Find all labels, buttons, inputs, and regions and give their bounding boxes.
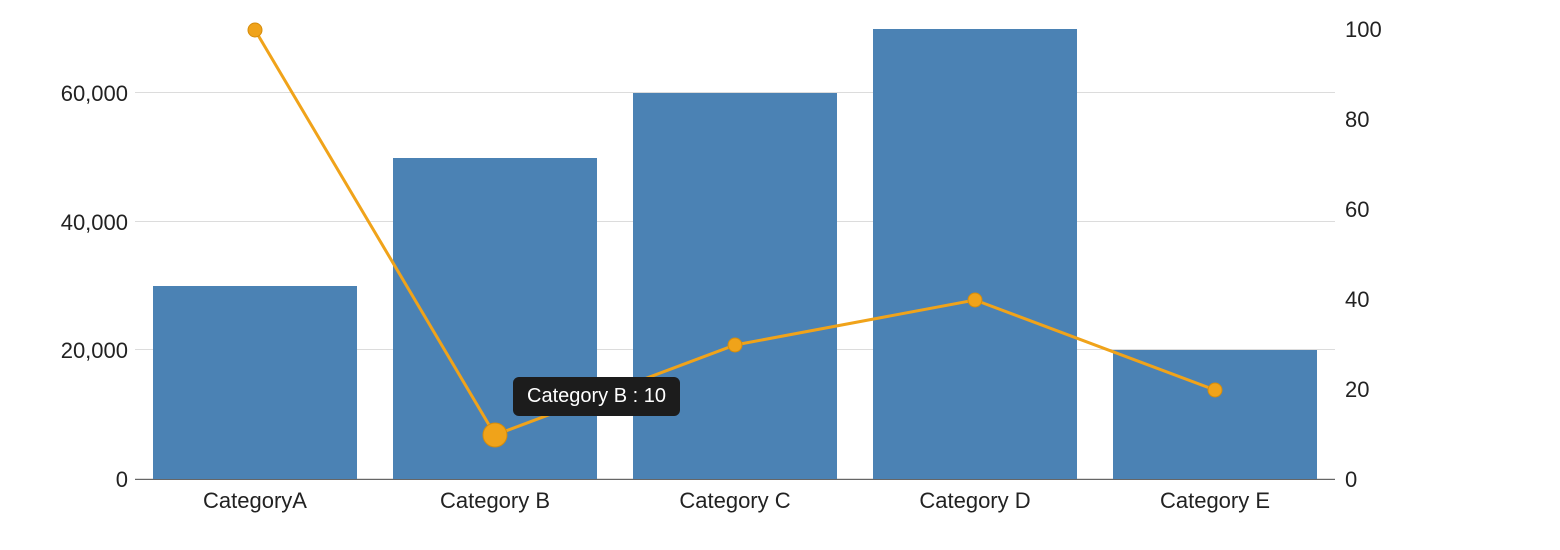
line-point[interactable]: [483, 423, 507, 447]
x-tick-label: CategoryA: [203, 488, 307, 514]
y-right-tick-label: 100: [1345, 17, 1382, 43]
y-left-tick-label: 40,000: [61, 210, 128, 236]
y-right-tick-label: 80: [1345, 107, 1369, 133]
y-right-tick-label: 60: [1345, 197, 1369, 223]
y-left-tick-label: 60,000: [61, 81, 128, 107]
x-tick-label: Category B: [440, 488, 550, 514]
line-point[interactable]: [1208, 383, 1222, 397]
line-point[interactable]: [728, 338, 742, 352]
combo-chart: 0 20,000 40,000 60,000 0 20 40 60 80 100 CategoryA…: [0, 0, 1560, 550]
line-point[interactable]: [248, 23, 262, 37]
x-tick-label: Category D: [919, 488, 1030, 514]
y-right-tick-label: 40: [1345, 287, 1369, 313]
y-left-tick-label: 0: [116, 467, 128, 493]
line-series: [135, 30, 1335, 480]
line-path: [255, 30, 1215, 435]
y-left-tick-label: 20,000: [61, 338, 128, 364]
y-right-tick-label: 0: [1345, 467, 1357, 493]
line-point[interactable]: [968, 293, 982, 307]
tooltip: Category B : 10: [513, 377, 680, 416]
x-tick-label: Category C: [679, 488, 790, 514]
x-tick-label: Category E: [1160, 488, 1270, 514]
y-right-tick-label: 20: [1345, 377, 1369, 403]
